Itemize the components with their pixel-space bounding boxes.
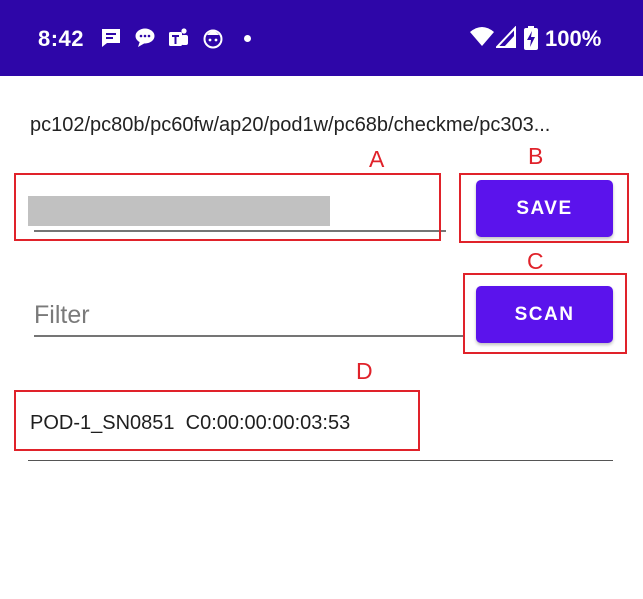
- annotation-label-a: A: [369, 146, 385, 172]
- app-face-icon: [203, 29, 223, 49]
- annotation-label-d: D: [356, 358, 373, 384]
- chat-bubble-icon: [135, 28, 155, 47]
- message-icon: [102, 29, 120, 47]
- annotation-label-b: B: [528, 143, 544, 169]
- more-notifications-dot: [244, 35, 251, 42]
- supported-devices-label: pc102/pc80b/pc60fw/ap20/pod1w/pc68b/chec…: [30, 114, 551, 136]
- cell-signal-icon: [496, 26, 516, 48]
- annotation-box-c: [463, 273, 627, 354]
- annotation-box-b: [459, 173, 629, 243]
- annotation-box-a: [14, 173, 441, 241]
- battery-charging-icon: [524, 26, 538, 50]
- list-divider: [28, 460, 613, 461]
- filter-input[interactable]: [34, 296, 462, 334]
- filter-underline: [34, 335, 464, 337]
- battery-level: 100%: [545, 26, 602, 51]
- teams-icon: [169, 28, 188, 46]
- status-time: 8:42: [38, 26, 85, 51]
- annotation-box-d: [14, 390, 420, 451]
- status-bar: 8:42 100%: [0, 0, 643, 76]
- wifi-icon: [470, 27, 494, 46]
- annotation-label-c: C: [527, 248, 544, 274]
